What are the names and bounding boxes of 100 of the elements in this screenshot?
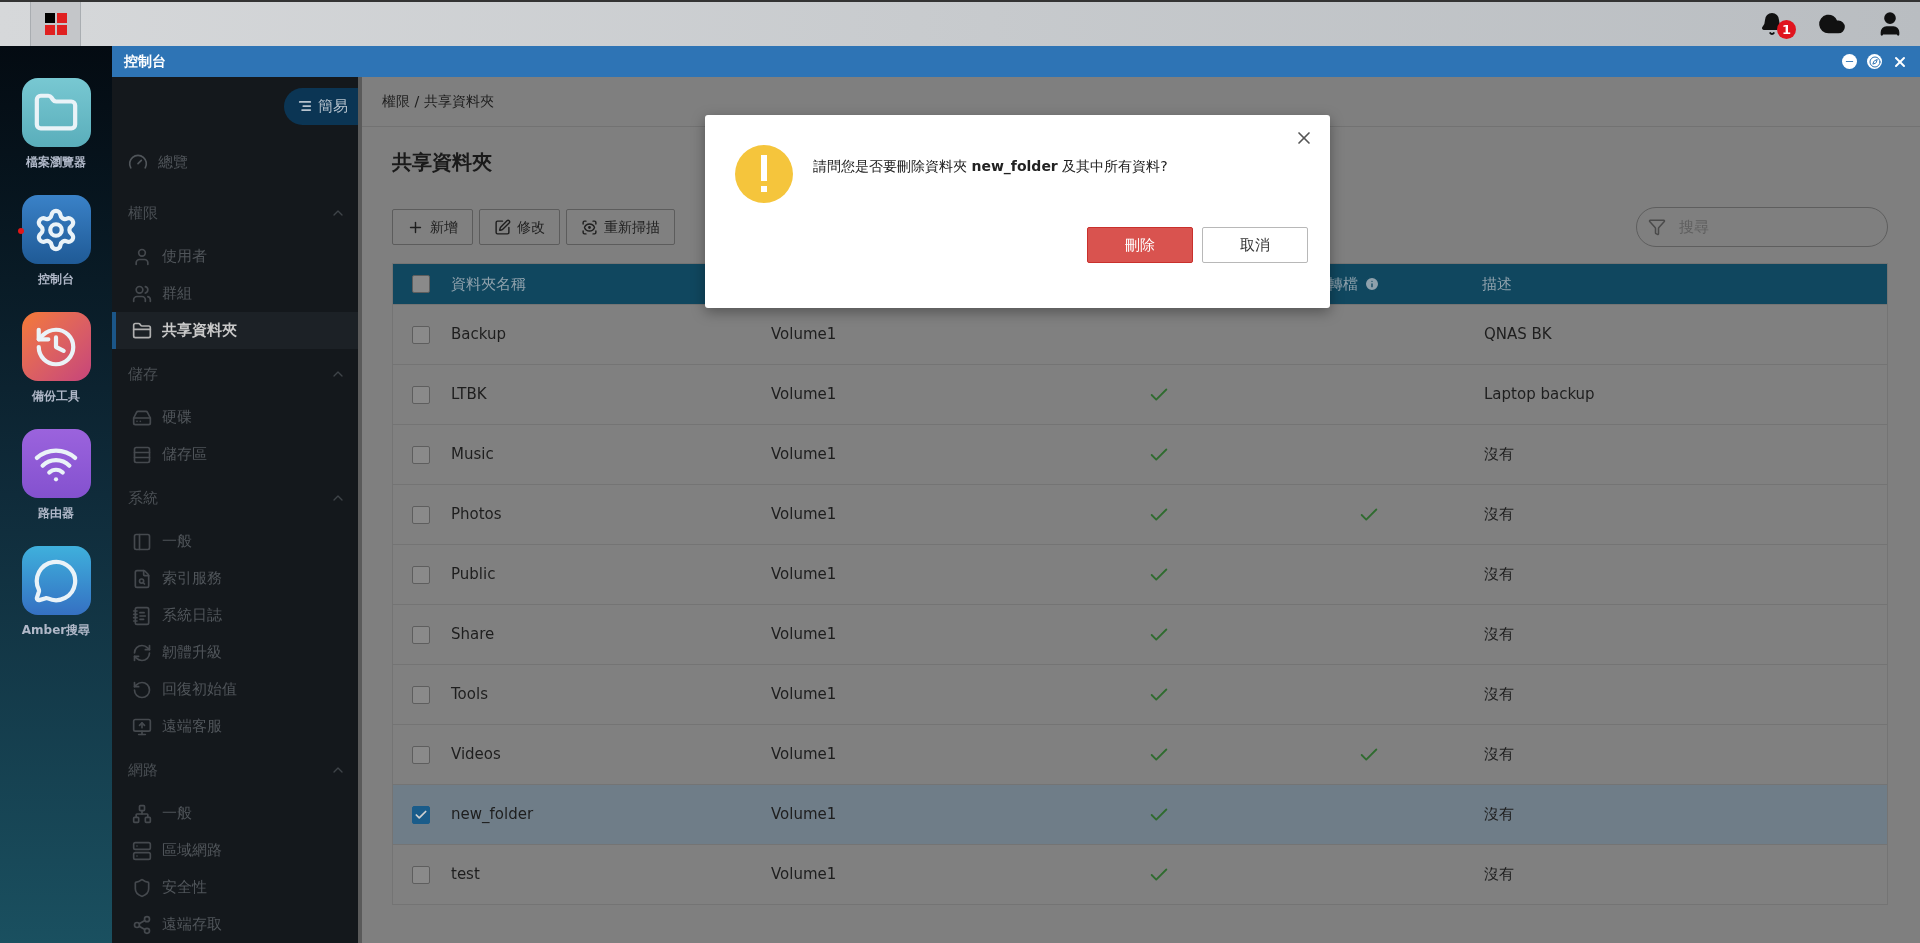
breadcrumb: 權限 / 共享資料夾 — [382, 92, 494, 111]
refresh-icon — [132, 642, 152, 663]
sidebar-item[interactable]: 系統日誌 — [112, 597, 358, 634]
app-label: 路由器 — [38, 505, 74, 522]
app-grid-icon[interactable] — [30, 2, 81, 46]
table-cell-text: 沒有 — [1484, 564, 1514, 586]
network-icon — [132, 803, 152, 824]
sidebar-item[interactable]: 共享資料夾 — [112, 312, 358, 349]
toolbar-button[interactable]: 修改 — [479, 209, 560, 245]
list-icon — [298, 99, 312, 114]
sidebar-item[interactable]: 遠端存取 — [112, 906, 358, 943]
table-cell-text: 沒有 — [1484, 504, 1514, 526]
checkbox[interactable] — [412, 625, 430, 644]
dialog-message: 請問您是否要刪除資料夾 new_folder 及其中所有資料? — [813, 156, 1168, 177]
file-search-icon — [132, 568, 152, 589]
sidebar-item[interactable]: 回復初始值 — [112, 671, 358, 708]
delete-button[interactable]: 刪除 — [1087, 227, 1193, 263]
edit-icon — [494, 218, 511, 236]
sidebar-item[interactable]: 韌體升級 — [112, 634, 358, 671]
table-cell-text: Volume1 — [771, 744, 838, 766]
monitor-icon — [132, 716, 152, 737]
checkbox[interactable] — [412, 865, 430, 884]
table-cell-text: Public — [451, 564, 497, 586]
sidebar-item[interactable]: 儲存區 — [112, 436, 358, 473]
rows-icon — [132, 444, 152, 465]
table-cell-text: 沒有 — [1484, 744, 1514, 766]
table-cell-text: 沒有 — [1484, 444, 1514, 466]
app-label: 檔案瀏覽器 — [26, 154, 86, 171]
server-icon — [132, 840, 152, 861]
table-cell-text: Volume1 — [771, 384, 838, 406]
app-label: 備份工具 — [32, 388, 80, 405]
table-cell-text: 沒有 — [1484, 684, 1514, 706]
info-icon[interactable] — [1364, 276, 1380, 292]
dock-app[interactable]: 備份工具 — [6, 312, 106, 405]
table-cell-text: LTBK — [451, 384, 488, 406]
share-icon — [132, 914, 152, 935]
sidebar-item[interactable]: 群組 — [112, 275, 358, 312]
table-cell-text: Volume1 — [771, 564, 838, 586]
sidebar-item[interactable]: 硬碟 — [112, 399, 358, 436]
table-cell-text: 沒有 — [1484, 864, 1514, 886]
sidebar-item[interactable]: 安全性 — [112, 869, 358, 906]
column-header[interactable]: 描述 — [1482, 272, 1512, 296]
table-cell-text: new_folder — [451, 804, 535, 826]
section-title: 權限 — [128, 202, 158, 224]
checkbox[interactable] — [412, 275, 430, 293]
notebook-icon — [132, 605, 152, 626]
dock-app[interactable]: 檔案瀏覽器 — [6, 78, 106, 171]
compass-button[interactable] — [1867, 54, 1882, 69]
checkbox[interactable] — [412, 385, 430, 404]
checkbox[interactable] — [412, 445, 430, 464]
table-cell-text: Volume1 — [771, 804, 838, 826]
checkbox[interactable] — [412, 565, 430, 584]
table-cell-text: Volume1 — [771, 444, 838, 466]
table-cell-text: Music — [451, 444, 495, 466]
table-cell-text: test — [451, 864, 481, 886]
section-title: 網路 — [128, 759, 158, 781]
warning-icon — [735, 145, 793, 203]
table-cell-text: Tools — [451, 684, 489, 706]
sidebar-item[interactable]: 區域網路 — [112, 832, 358, 869]
sidebar-item[interactable]: 索引服務 — [112, 560, 358, 597]
compass-icon — [1868, 55, 1881, 68]
checkbox[interactable] — [412, 505, 430, 524]
dock-app[interactable]: Amber搜尋 — [6, 546, 106, 639]
checkbox[interactable] — [412, 685, 430, 704]
window-title: 控制台 — [124, 52, 166, 71]
table-cell-text: Volume1 — [771, 864, 838, 886]
table-cell-text: Volume1 — [771, 684, 838, 706]
mode-toggle[interactable]: 簡易 — [284, 87, 358, 125]
toolbar-button[interactable]: 重新掃描 — [566, 209, 675, 245]
shield-icon — [132, 877, 152, 898]
notification-badge: 1 — [1777, 20, 1796, 39]
rotate-icon — [132, 679, 152, 700]
app-label: Amber搜尋 — [21, 622, 91, 639]
cancel-button[interactable]: 取消 — [1202, 227, 1308, 263]
table-row[interactable]: new_folder Volume1 沒有 — [393, 784, 1887, 844]
checkbox[interactable] — [412, 745, 430, 764]
table-cell-text: QNAS BK — [1484, 324, 1552, 346]
user-icon — [132, 246, 152, 267]
checkbox[interactable] — [412, 805, 430, 824]
sidebar-item[interactable]: 總覽 — [112, 135, 358, 188]
toolbar-button[interactable]: 新增 — [392, 209, 473, 245]
minimize-button[interactable] — [1842, 54, 1857, 69]
sidebar-item[interactable]: 遠端客服 — [112, 708, 358, 745]
dock-app[interactable]: 路由器 — [6, 429, 106, 522]
page-title: 共享資料夾 — [392, 149, 492, 176]
filter-icon — [1648, 218, 1666, 236]
sidebar-item[interactable]: 使用者 — [112, 238, 358, 275]
table-cell-text: 沒有 — [1484, 804, 1514, 826]
section-title: 儲存 — [128, 363, 158, 385]
table-cell-text: Photos — [451, 504, 503, 526]
users-icon — [132, 283, 152, 304]
table-cell-text: Volume1 — [771, 324, 838, 346]
checkbox[interactable] — [412, 325, 430, 344]
table-cell-text: Videos — [451, 744, 502, 766]
dock-app[interactable]: 控制台 — [6, 195, 106, 288]
table-cell-text: 沒有 — [1484, 624, 1514, 646]
table-cell-text: Backup — [451, 324, 507, 346]
table-cell-text: Laptop backup — [1484, 384, 1595, 406]
panel-icon — [132, 531, 152, 552]
scan-icon — [581, 218, 598, 236]
